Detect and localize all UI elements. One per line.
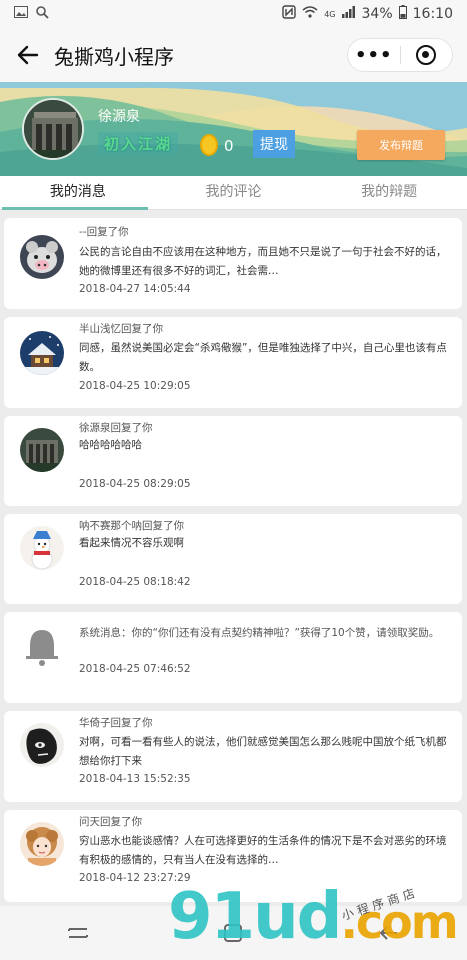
nfc-icon: [282, 5, 296, 23]
tab-my-messages[interactable]: 我的消息: [0, 176, 156, 210]
page-title: 兔撕鸡小程序: [54, 44, 174, 69]
ink-face-avatar: [20, 723, 64, 767]
message-time: 2018-04-13 15:52:35: [79, 773, 191, 785]
status-bar: 4G 34% 16:10: [0, 0, 467, 28]
network-type: 4G: [324, 9, 336, 19]
message-sender: 半山浅忆回复了你: [79, 323, 163, 335]
message-content: 同感，虽然说美国必定会“杀鸡儆猴”，但是唯独选择了中兴，自己心里也该有点数。: [79, 342, 447, 373]
message-content: 对啊，可看一看有些人的说法，他们就感觉美国怎么那么贱呢中国放个纸飞机都想给你打下…: [79, 736, 447, 767]
back-button[interactable]: [8, 35, 48, 75]
profile-header: 徐源泉 初入江湖 0 提现 发布辩题: [0, 82, 467, 176]
message-content: 哈哈哈哈哈哈: [79, 439, 142, 451]
system-message-text: 系统消息：你的“你们还有没有点契约精神啦？”获得了10个赞，请领取奖励。: [79, 627, 440, 639]
message-time: 2018-04-25 08:18:42: [79, 576, 191, 588]
message-time: 2018-04-27 14:05:44: [79, 283, 191, 295]
girl-avatar: [20, 822, 64, 866]
message-sender: 华倚子回复了你: [79, 717, 153, 729]
more-options-button[interactable]: •••: [348, 45, 400, 66]
search-icon: [36, 5, 49, 23]
tab-my-topics[interactable]: 我的辩题: [311, 176, 467, 209]
user-avatar[interactable]: [22, 98, 84, 160]
snowman-avatar: [20, 526, 64, 570]
username: 徐源泉: [98, 109, 140, 125]
bell-avatar: [20, 624, 64, 668]
message-card[interactable]: 半山浅忆回复了你 同感，虽然说美国必定会“杀鸡儆猴”，但是唯独选择了中兴，自己心…: [4, 317, 462, 408]
bell-icon: [26, 630, 58, 666]
message-card[interactable]: --回复了你 公民的言论自由不应该用在这种地方，而且她不只是说了一句于社会不好的…: [4, 218, 462, 309]
message-sender: 问天回复了你: [79, 816, 142, 828]
battery-icon: [398, 5, 407, 23]
image-icon: [14, 6, 28, 22]
message-time: 2018-04-25 07:46:52: [79, 663, 191, 675]
close-mini-program-button[interactable]: [401, 45, 453, 65]
recent-apps-button[interactable]: [48, 913, 108, 953]
tab-my-comments[interactable]: 我的评论: [156, 176, 312, 209]
rank-badge: 初入江湖: [98, 132, 179, 155]
mini-program-capsule: •••: [347, 38, 453, 72]
publish-topic-button[interactable]: 发布辩题: [357, 130, 445, 160]
building-avatar: [20, 428, 64, 472]
clock: 16:10: [412, 6, 453, 22]
battery-percent: 34%: [361, 6, 393, 22]
message-sender: --回复了你: [79, 226, 129, 238]
message-time: 2018-04-25 10:29:05: [79, 380, 191, 392]
wifi-icon: [302, 6, 318, 22]
withdraw-button[interactable]: 提现: [253, 130, 295, 158]
coin-count: 0: [224, 137, 234, 155]
pig-avatar: [20, 235, 64, 279]
recent-apps-icon: [67, 928, 88, 938]
message-card[interactable]: 徐源泉回复了你 哈哈哈哈哈哈 2018-04-25 08:29:05: [4, 416, 462, 506]
message-content: 公民的言论自由不应该用在这种地方，而且她不只是说了一句于社会不好的话，她的微博里…: [79, 246, 447, 277]
title-bar: 兔撕鸡小程序 •••: [0, 28, 467, 82]
message-content: 看起来情况不容乐观啊: [79, 537, 184, 549]
signal-icon: [341, 6, 356, 22]
message-card[interactable]: 系统消息：你的“你们还有没有点契约精神啦？”获得了10个赞，请领取奖励。 201…: [4, 612, 462, 703]
message-card[interactable]: 呐不赛那个呐回复了你 看起来情况不容乐观啊 2018-04-25 08:18:4…: [4, 514, 462, 604]
coin-icon: [200, 134, 218, 156]
back-arrow-icon: [17, 45, 39, 65]
tab-bar: 我的消息 我的评论 我的辩题: [0, 176, 467, 210]
message-time: 2018-04-25 08:29:05: [79, 478, 191, 490]
message-sender: 徐源泉回复了你: [79, 422, 153, 434]
target-icon: [416, 45, 437, 65]
message-content: 穷山恶水也能谈感情？人在可选择更好的生活条件的情况下是不会对恶劣的环境有积极的感…: [79, 835, 447, 866]
snow-house-avatar: [20, 331, 64, 375]
watermark-main: 91ud: [168, 880, 342, 954]
message-card[interactable]: 华倚子回复了你 对啊，可看一看有些人的说法，他们就感觉美国怎么那么贱呢中国放个纸…: [4, 711, 462, 802]
message-sender: 呐不赛那个呐回复了你: [79, 520, 184, 532]
